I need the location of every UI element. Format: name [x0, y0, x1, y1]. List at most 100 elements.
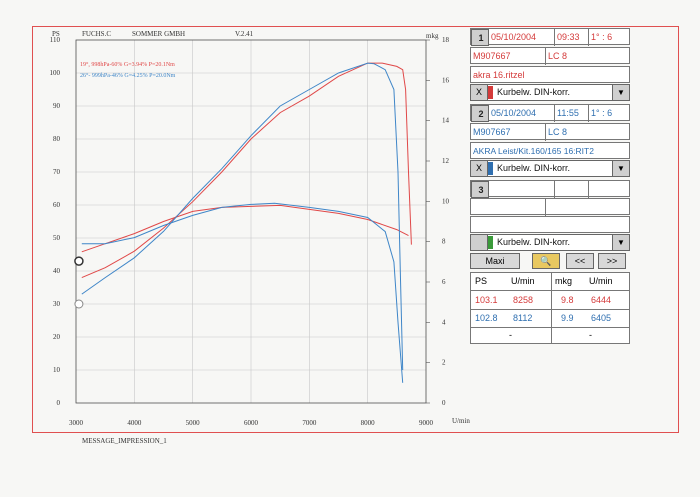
run1-time: 09:33 [555, 29, 589, 46]
series-line-2 [81, 204, 409, 253]
x-tick-label: 9000 [419, 419, 434, 427]
result3-ps-empty: - [509, 330, 512, 340]
results-header-ps-rpm: U/min [511, 276, 535, 286]
result1-ps-rpm: 8258 [513, 295, 534, 305]
run2-close-icon[interactable]: X [471, 161, 488, 176]
software-version: V.2.41 [235, 30, 254, 38]
ps-tick-label: 100 [50, 69, 61, 77]
x-tick-label: 8000 [361, 419, 376, 427]
ps-tick-label: 60 [53, 201, 61, 209]
ps-tick-label: 90 [53, 102, 61, 110]
series-line-1 [81, 62, 412, 279]
x-tick-label: 5000 [186, 419, 201, 427]
result1-mkg-rpm: 6444 [591, 295, 612, 305]
ps-tick-label: 50 [53, 234, 61, 242]
run3-correction-label: Kurbelw. DIN-korr. [497, 237, 571, 247]
run3-header-row: 3 [470, 180, 630, 198]
run3-dropdown-icon[interactable]: ▼ [612, 235, 629, 250]
x-tick-label: 6000 [244, 419, 259, 427]
run3-time [555, 181, 589, 198]
start-marker-2 [74, 299, 84, 309]
chart-series [74, 62, 412, 383]
ps-tick-label: 10 [53, 366, 61, 374]
results-header-mkg-rpm: U/min [589, 276, 613, 286]
run2-color-swatch [488, 162, 493, 175]
run2-time: 11:55 [555, 105, 589, 122]
run2-note-row: AKRA Leist/Kit.160/165 16:RIT2 [470, 142, 630, 159]
result1-ps: 103.1 [475, 295, 498, 305]
result2-mkg-rpm: 6405 [591, 313, 612, 323]
run2-correction-select[interactable]: X Kurbelw. DIN-korr. ▼ [470, 160, 630, 177]
run2-header-row: 2 05/10/2004 11:55 1° : 6 [470, 104, 630, 122]
run3-index-button[interactable]: 3 [471, 181, 489, 198]
legend-blue-conditions: 26°- 999hPa-46% G=4.25% P=20.0Nm [80, 73, 176, 79]
mkg-axis-unit: mkg [426, 32, 439, 40]
ps-tick-label: 70 [53, 168, 61, 176]
run3-correction-select[interactable]: Kurbelw. DIN-korr. ▼ [470, 234, 630, 251]
ps-axis-unit: PS [52, 30, 60, 38]
run1-ratio: 1° : 6 [591, 32, 613, 42]
mkg-tick-label: 6 [442, 278, 446, 286]
run3-id-row [470, 198, 630, 216]
results-header-mkg: mkg [555, 276, 573, 286]
mkg-tick-label: 8 [442, 238, 446, 246]
result3-mkg-empty: - [589, 330, 592, 340]
run3-note-row [470, 216, 630, 233]
result1-mkg: 9.8 [561, 295, 574, 305]
run1-close-icon[interactable]: X [471, 85, 488, 100]
next-button[interactable]: >> [598, 253, 626, 269]
run1-dropdown-icon[interactable]: ▼ [612, 85, 629, 100]
previous-button[interactable]: << [566, 253, 594, 269]
mkg-tick-label: 16 [442, 76, 450, 84]
run1-correction-label: Kurbelw. DIN-korr. [497, 87, 571, 97]
run3-close-icon[interactable] [471, 235, 488, 250]
maxi-button[interactable]: Maxi [470, 253, 520, 269]
result2-ps-rpm: 8112 [513, 313, 533, 323]
run1-color-swatch [488, 86, 493, 99]
run2-ratio: 1° : 6 [591, 108, 613, 118]
start-marker-1 [74, 256, 84, 266]
run3-color-swatch [488, 236, 493, 249]
run3-ratio [589, 181, 629, 198]
ps-tick-label: 20 [53, 333, 61, 341]
run2-dropdown-icon[interactable]: ▼ [612, 161, 629, 176]
chart-labels: 3000 4000 5000 6000 7000 8000 9000010203040506… [50, 36, 450, 427]
run1-correction-select[interactable]: X Kurbelw. DIN-korr. ▼ [470, 84, 630, 101]
run1-id-row: M907667 LC 8 [470, 47, 630, 65]
run2-id: M907667 [471, 124, 546, 141]
ps-tick-label: 40 [53, 267, 61, 275]
results-header-ps: PS [475, 276, 488, 286]
results-table: PS U/min mkg U/min 103.1 8258 9.8 6444 1… [470, 272, 630, 344]
chart-axes [75, 39, 430, 404]
mkg-tick-label: 18 [442, 36, 450, 44]
company-name-1: FUCHS.C [82, 30, 111, 38]
ps-tick-label: 30 [53, 300, 61, 308]
result2-mkg: 9.9 [561, 313, 574, 323]
run3-date [489, 181, 555, 198]
run1-note: akra 16.ritzel [473, 70, 525, 80]
company-name-2: SOMMER GMBH [132, 30, 186, 38]
run1-id: M907667 [471, 48, 546, 65]
zoom-icon[interactable]: 🔍 [532, 253, 560, 269]
run2-index-button[interactable]: 2 [471, 105, 489, 122]
mkg-tick-label: 4 [442, 318, 446, 326]
printout-sheet: 3000 4000 5000 6000 7000 8000 9000 0 10 20 30 40 50 6… [0, 0, 700, 497]
ps-tick-label: 80 [53, 135, 61, 143]
x-tick-label: 4000 [127, 419, 142, 427]
x-tick-label: 3000 [69, 419, 84, 427]
run2-note: AKRA Leist/Kit.160/165 16:RIT2 [473, 146, 594, 156]
mkg-tick-label: 0 [442, 399, 446, 407]
run1-index-button[interactable]: 1 [471, 29, 489, 46]
run2-date: 05/10/2004 [489, 105, 555, 122]
run2-id-row: M907667 LC 8 [470, 123, 630, 141]
legend-red-conditions: 19°, 998hPa-60% G=3.94% P=20.1Nm [80, 62, 175, 68]
x-tick-label: 7000 [302, 419, 317, 427]
run1-date: 05/10/2004 [489, 29, 555, 46]
rpm-axis-unit: U/min [452, 417, 470, 425]
mkg-tick-label: 14 [442, 117, 450, 125]
run3-id [471, 199, 546, 216]
ps-tick-label: 0 [57, 399, 61, 407]
run2-lc: LC 8 [548, 127, 568, 137]
run1-header-row: 1 05/10/2004 09:33 1° : 6 [470, 28, 630, 46]
run3-lc [546, 199, 629, 216]
